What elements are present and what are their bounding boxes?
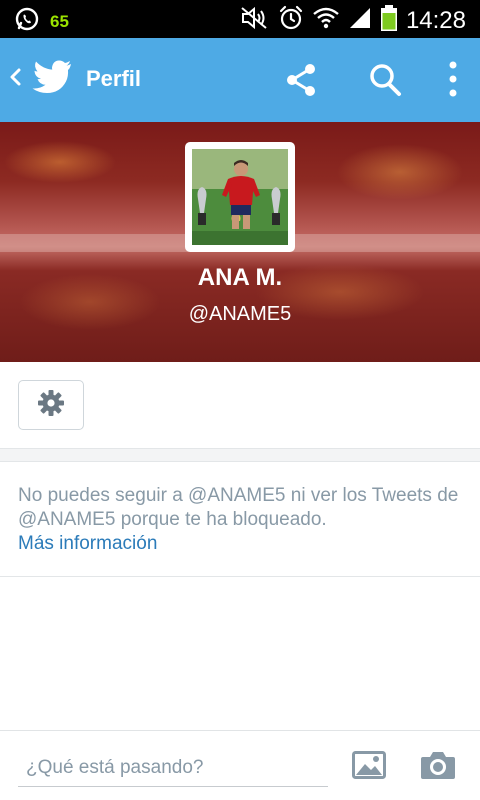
profile-handle: @ANAME5 (188, 303, 292, 325)
compose-bar (0, 730, 480, 800)
avatar (192, 149, 288, 245)
search-icon[interactable] (368, 62, 402, 103)
action-bar: Perfil (0, 38, 480, 122)
back-chevron-icon[interactable] (8, 66, 22, 93)
more-info-link[interactable]: Más información (18, 532, 157, 556)
profile-settings-button[interactable] (18, 380, 84, 430)
wifi-icon (312, 5, 340, 36)
share-icon[interactable] (284, 62, 318, 103)
alarm-icon (278, 5, 304, 36)
whatsapp-icon (14, 6, 40, 37)
compose-tweet-input[interactable] (18, 747, 328, 787)
blocked-message: No puedes seguir a @ANAME5 ni ver los Tw… (18, 485, 459, 530)
battery-icon (380, 4, 398, 37)
status-bar: 65 14:28 (0, 0, 480, 38)
profile-name: ANA M. (197, 264, 283, 291)
photo-icon[interactable] (352, 751, 386, 784)
overflow-menu-icon[interactable] (448, 60, 458, 103)
section-separator (0, 449, 480, 461)
twitter-bird-icon[interactable] (32, 60, 72, 99)
clock: 14:28 (405, 6, 466, 34)
profile-header-banner: ANA M. @ANAME5 (0, 122, 480, 362)
mute-icon (240, 6, 270, 35)
divider (0, 461, 480, 462)
divider (0, 576, 480, 577)
signal-icon (348, 6, 372, 35)
profile-avatar-frame[interactable] (185, 142, 295, 252)
camera-icon[interactable] (420, 749, 456, 786)
notification-count: 65 (50, 11, 69, 31)
page-title: Perfil (86, 66, 142, 91)
gear-icon (37, 389, 65, 422)
